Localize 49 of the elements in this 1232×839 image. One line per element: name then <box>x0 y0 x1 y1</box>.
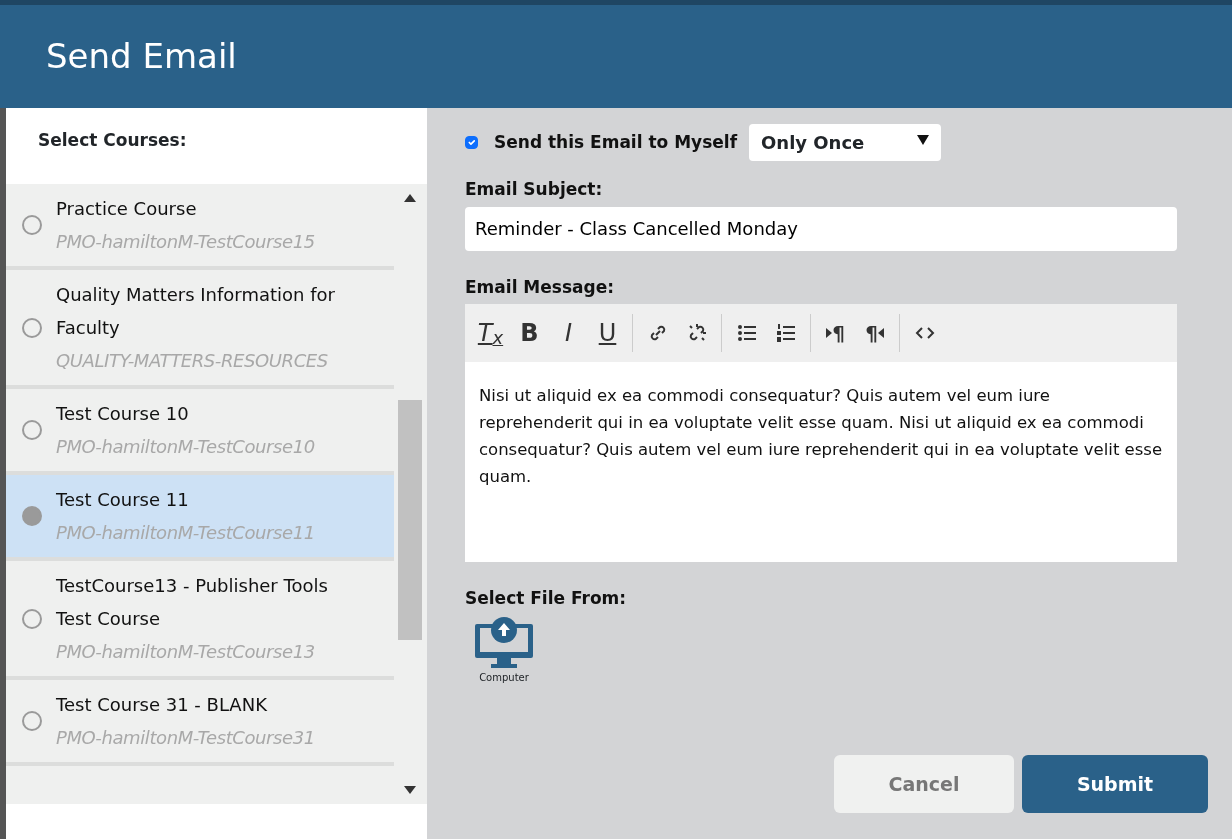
checkbox[interactable] <box>465 136 478 149</box>
course-title: Practice Course <box>56 197 198 221</box>
course-title: Test Course 11 <box>56 488 190 512</box>
bold-button[interactable]: B <box>510 314 549 352</box>
clear-format-button[interactable]: T$_{x}$ <box>471 314 510 352</box>
italic-button[interactable]: I <box>549 314 588 352</box>
scrollbar-thumb[interactable] <box>398 400 422 640</box>
cancel-button[interactable]: Cancel <box>834 755 1014 813</box>
window-title: Send Email <box>46 36 237 77</box>
course-code: PMO-hamiltonM-TestCourse31 <box>56 726 315 750</box>
course-title: Test Course 10 <box>56 402 190 426</box>
message-label: Email Message: <box>465 275 616 299</box>
course-item[interactable]: Quality Matters Information for Faculty QUALITY-MATTERS-RESOURCES <box>6 270 394 389</box>
submit-button[interactable]: Submit <box>1022 755 1208 813</box>
file-source-label: Select File From: <box>465 587 628 610</box>
course-title: Test Course 31 - BLANK <box>56 693 268 717</box>
course-item[interactable]: TestCourse13 - Publisher Tools Test Course PMO-hamiltonM-TestCourse13 <box>6 561 394 680</box>
course-code: PMO-hamiltonM-TestCourse15 <box>56 230 315 254</box>
computer-upload-icon[interactable] <box>473 615 535 670</box>
subject-label: Email Subject: <box>465 178 604 201</box>
triangle-icon <box>877 328 884 338</box>
subject-field[interactable]: Reminder - Class Cancelled Monday <box>465 206 1177 251</box>
underline-button[interactable]: U <box>588 314 627 352</box>
computer-label: Computer <box>479 670 529 685</box>
radio-button[interactable] <box>22 711 42 731</box>
dropdown-arrow-icon <box>917 135 930 145</box>
triangle-icon <box>826 328 833 338</box>
course-title: Quality Matters Information for Faculty <box>56 283 336 340</box>
radio-button[interactable] <box>22 506 42 526</box>
right-to-left-button[interactable]: ¶ <box>855 314 894 352</box>
radio-button[interactable] <box>22 420 42 440</box>
scroll-up-icon[interactable] <box>404 194 416 202</box>
radio-button[interactable] <box>22 215 42 235</box>
course-code: PMO-hamiltonM-TestCourse10 <box>56 435 315 459</box>
courses-label: Select Courses: <box>37 129 188 152</box>
course-item[interactable]: Test Course 31 - BLANK PMO-hamiltonM-TestCourse31 <box>6 680 394 766</box>
course-code: QUALITY-MATTERS-RESOURCES <box>56 349 329 373</box>
course-item[interactable]: Practice Course PMO-hamiltonM-TestCourse15 <box>6 184 394 270</box>
left-to-right-button[interactable]: ¶ <box>816 314 855 352</box>
radio-button[interactable] <box>22 317 42 338</box>
course-code: PMO-hamiltonM-TestCourse11 <box>56 521 315 545</box>
message-body-field[interactable]: Nisi ut aliquid ex ea commodi consequatur? Quis autem vel eum iure reprehenderit qui in ea voluptate velit esse quam. Nisi ut aliquid ex ea commodi consequatur? Quis autem vel eum iure reprehenderit qui in ea voluptate velit esse quam. <box>465 362 1177 562</box>
course-title: TestCourse13 - Publisher Tools Test Course <box>56 574 329 631</box>
course-item[interactable]: Test Course 11 PMO-hamiltonM-TestCourse11 <box>6 475 394 561</box>
radio-button[interactable] <box>22 608 42 629</box>
course-code: PMO-hamiltonM-TestCourse13 <box>56 640 316 664</box>
checkbox-label: Send this Email to Myself <box>494 130 738 154</box>
scroll-down-icon[interactable] <box>404 786 416 794</box>
frequency-dropdown[interactable]: Only Once <box>749 124 942 161</box>
